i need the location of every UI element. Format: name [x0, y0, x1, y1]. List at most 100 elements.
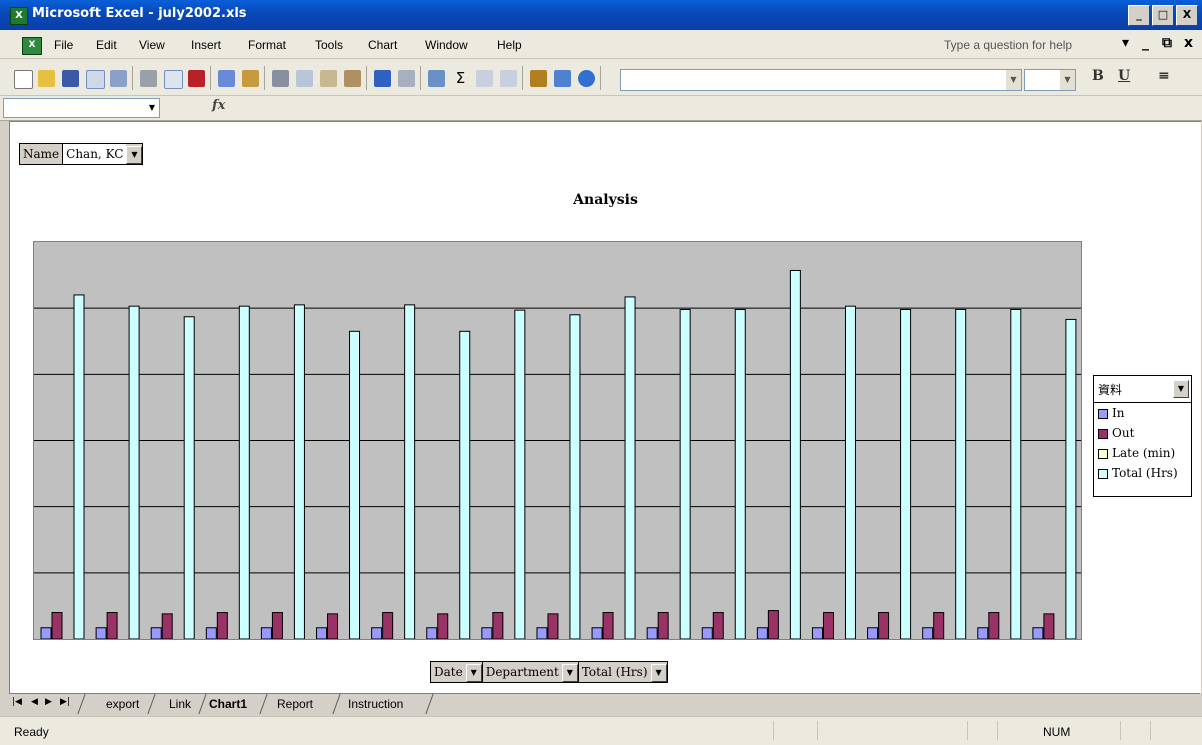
- bar-in-7[interactable]: [371, 627, 383, 640]
- bar-in-19[interactable]: [1032, 627, 1044, 640]
- bold-button[interactable]: B: [1092, 68, 1104, 84]
- bar-out-3[interactable]: [161, 613, 173, 640]
- name-box[interactable]: ▼: [3, 98, 160, 118]
- underline-button[interactable]: U: [1118, 68, 1130, 84]
- pdf-icon[interactable]: [188, 70, 205, 87]
- bar-total-hrs-6[interactable]: [349, 330, 361, 640]
- bar-out-18[interactable]: [988, 612, 1000, 640]
- tab-link[interactable]: Link: [169, 697, 191, 711]
- save-icon[interactable]: [62, 70, 79, 87]
- menu-chart[interactable]: Chart: [368, 38, 397, 52]
- bar-total-hrs-7[interactable]: [404, 304, 416, 640]
- research-icon[interactable]: [242, 70, 259, 87]
- bar-total-hrs-1[interactable]: [73, 294, 85, 640]
- bar-out-5[interactable]: [271, 612, 283, 640]
- bar-out-1[interactable]: [51, 612, 63, 640]
- autosum-icon[interactable]: Σ: [452, 70, 469, 87]
- bar-total-hrs-16[interactable]: [900, 308, 912, 640]
- bar-out-17[interactable]: [933, 612, 945, 640]
- bar-out-11[interactable]: [602, 612, 614, 640]
- bar-in-13[interactable]: [701, 627, 713, 640]
- bar-out-9[interactable]: [492, 612, 504, 640]
- bar-out-15[interactable]: [822, 612, 834, 640]
- spelling-icon[interactable]: [218, 70, 235, 87]
- prev-sheet-button[interactable]: ◀: [31, 697, 38, 707]
- mail-icon[interactable]: [110, 70, 127, 87]
- menu-tools[interactable]: Tools: [315, 38, 343, 52]
- bar-total-hrs-12[interactable]: [679, 308, 691, 640]
- chevron-down-icon[interactable]: ▼: [1006, 70, 1021, 90]
- bar-in-6[interactable]: [316, 627, 328, 640]
- bar-in-11[interactable]: [591, 627, 603, 640]
- bar-total-hrs-10[interactable]: [569, 314, 581, 640]
- bar-total-hrs-18[interactable]: [1010, 308, 1022, 640]
- bar-total-hrs-5[interactable]: [293, 304, 305, 640]
- tab-instruction[interactable]: Instruction: [348, 697, 403, 711]
- bar-total-hrs-11[interactable]: [624, 296, 636, 640]
- bar-out-6[interactable]: [327, 613, 339, 640]
- minimize-button[interactable]: _: [1128, 5, 1150, 26]
- bar-in-5[interactable]: [260, 627, 272, 640]
- copy-icon[interactable]: [296, 70, 313, 87]
- doc-minimize-button[interactable]: _: [1142, 35, 1149, 51]
- sort-ascending-icon[interactable]: [476, 70, 493, 87]
- bar-in-4[interactable]: [205, 627, 217, 640]
- hyperlink-icon[interactable]: [428, 70, 445, 87]
- bar-in-1[interactable]: [40, 627, 52, 640]
- bar-total-hrs-19[interactable]: [1065, 318, 1077, 640]
- chevron-down-icon[interactable]: ▼: [465, 664, 482, 682]
- field-department[interactable]: Department: [481, 662, 562, 682]
- chevron-down-icon[interactable]: ▼: [149, 99, 155, 117]
- menu-file[interactable]: File: [54, 38, 73, 52]
- close-button[interactable]: X: [1176, 5, 1198, 26]
- bar-out-12[interactable]: [657, 612, 669, 640]
- cut-icon[interactable]: [272, 70, 289, 87]
- bar-in-10[interactable]: [536, 627, 548, 640]
- bar-in-16[interactable]: [867, 627, 879, 640]
- workbook-icon[interactable]: X: [22, 37, 42, 55]
- bar-in-17[interactable]: [922, 627, 934, 640]
- maximize-button[interactable]: □: [1152, 5, 1174, 26]
- bar-total-hrs-14[interactable]: [789, 269, 801, 640]
- menu-view[interactable]: View: [139, 38, 165, 52]
- bar-in-2[interactable]: [95, 627, 107, 640]
- page-field-name[interactable]: Name Chan, KC ▼: [19, 143, 144, 165]
- new-icon[interactable]: [14, 70, 33, 89]
- bar-total-hrs-2[interactable]: [128, 305, 140, 640]
- bar-out-4[interactable]: [216, 612, 228, 640]
- bar-in-12[interactable]: [646, 627, 658, 640]
- bar-total-hrs-17[interactable]: [955, 308, 967, 640]
- menu-format[interactable]: Format: [248, 38, 286, 52]
- drawing-icon[interactable]: [554, 70, 571, 87]
- next-sheet-button[interactable]: ▶: [45, 697, 52, 707]
- format-painter-icon[interactable]: [344, 70, 361, 87]
- menu-window[interactable]: Window: [425, 38, 468, 52]
- tab-chart1[interactable]: Chart1: [209, 697, 247, 711]
- first-sheet-button[interactable]: |◀: [12, 697, 22, 707]
- chart-wizard-icon[interactable]: [530, 70, 547, 87]
- print-icon[interactable]: [140, 70, 157, 87]
- doc-restore-button[interactable]: ⧉: [1162, 35, 1172, 51]
- bar-out-10[interactable]: [547, 613, 559, 640]
- bar-out-13[interactable]: [712, 612, 724, 640]
- fx-button[interactable]: fx: [212, 98, 225, 113]
- print-preview-icon[interactable]: [164, 70, 183, 89]
- undo-icon[interactable]: [374, 70, 391, 87]
- bar-out-16[interactable]: [878, 612, 890, 640]
- bar-total-hrs-13[interactable]: [734, 308, 746, 640]
- align-button[interactable]: ≡: [1158, 68, 1170, 84]
- last-sheet-button[interactable]: ▶|: [60, 697, 70, 707]
- chevron-down-icon[interactable]: ▼: [561, 664, 578, 682]
- tab-report[interactable]: Report: [277, 697, 313, 711]
- legend-field[interactable]: 資料 ▼: [1094, 376, 1191, 403]
- bar-in-9[interactable]: [481, 627, 493, 640]
- doc-close-button[interactable]: x: [1184, 35, 1193, 51]
- help-icon[interactable]: [578, 70, 595, 87]
- menu-help[interactable]: Help: [497, 38, 522, 52]
- redo-icon[interactable]: [398, 70, 415, 87]
- chevron-down-icon[interactable]: ▼: [126, 146, 143, 164]
- bar-out-7[interactable]: [382, 612, 394, 640]
- paste-icon[interactable]: [320, 70, 337, 87]
- chevron-down-icon[interactable]: ▼: [1173, 380, 1189, 398]
- bar-total-hrs-9[interactable]: [514, 309, 526, 640]
